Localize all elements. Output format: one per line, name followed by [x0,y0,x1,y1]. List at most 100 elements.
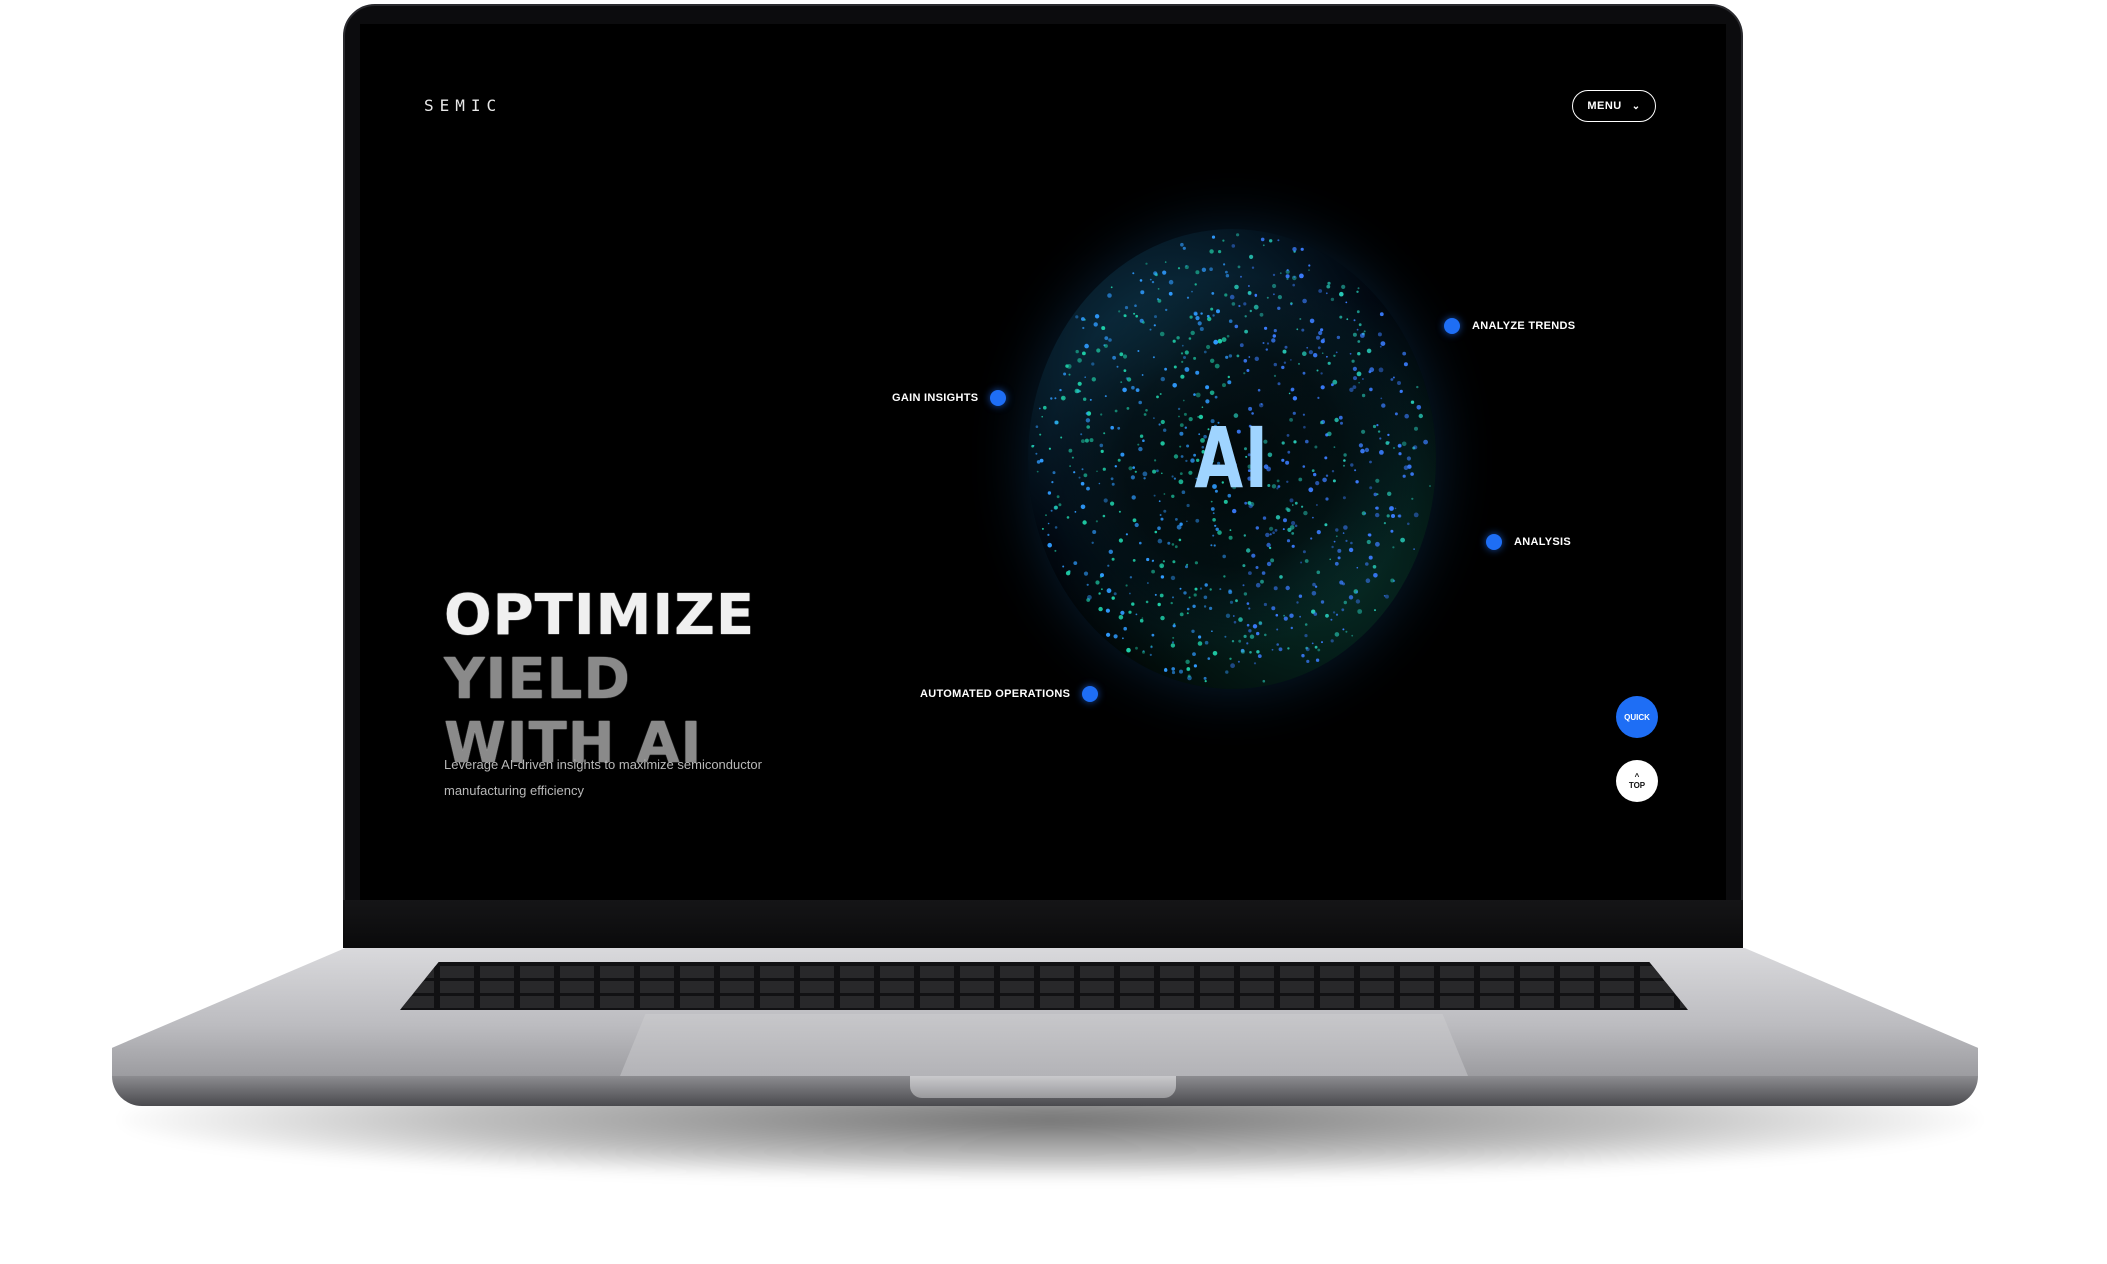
particle-dot [1075,315,1079,319]
particle-dot [1129,576,1133,579]
particle-dot [1119,352,1124,357]
node-label-gain-insights: GAIN INSIGHTS [892,392,979,404]
quick-button[interactable]: QUICK [1616,696,1658,738]
particle-dot [1243,592,1248,596]
particle-dot [1139,279,1143,282]
particle-dot [1091,541,1094,544]
particle-dot [1341,284,1346,289]
particle-dot [1224,293,1228,297]
scroll-top-button[interactable]: ^ TOP [1616,760,1658,802]
particle-dot [1179,612,1184,617]
particle-dot [1274,528,1278,532]
particle-dot [1386,514,1390,518]
particle-dot [1358,323,1362,327]
laptop-hinge [343,900,1743,948]
particle-dot [1273,362,1277,367]
particle-dot [1279,575,1283,579]
particle-dot [1234,324,1239,329]
node-gain-insights[interactable]: GAIN INSIGHTS [892,390,1007,406]
particle-dot [1132,518,1137,523]
particle-dot [1308,269,1310,271]
particle-dot [1281,365,1285,370]
particle-dot [1414,426,1418,431]
particle-dot [1181,344,1184,347]
particle-dot [1142,650,1145,654]
menu-button[interactable]: MENU ⌄ [1572,90,1656,122]
particle-dot [1263,602,1267,607]
particle-dot [1277,295,1282,300]
particle-dot [1402,351,1407,356]
particle-dot [1154,315,1157,319]
particle-dot [1129,592,1131,595]
site-logo[interactable]: SEMIC [424,96,502,115]
particle-dot [1180,352,1184,355]
particle-dot [1320,372,1323,375]
particle-dot [1065,571,1071,576]
node-automated-operations[interactable]: AUTOMATED OPERATIONS [920,686,1099,702]
particle-dot [1048,447,1051,450]
particle-dot [1124,314,1127,318]
particle-dot [1283,614,1285,617]
particle-dot [1211,292,1215,295]
particle-dot [1191,290,1193,293]
particle-dot [1369,387,1373,392]
particle-dot [1142,321,1145,324]
particle-dot [1316,570,1321,575]
particle-dot [1228,589,1232,593]
particle-dot [1356,290,1359,293]
particle-dot [1266,561,1272,567]
particle-dot [1111,557,1115,561]
particle-dot [1363,330,1366,333]
particle-dot [1074,511,1077,513]
particle-dot [1248,629,1252,633]
particle-dot [1272,283,1277,289]
particle-dot [1326,284,1331,289]
particle-dot [1200,312,1203,315]
particle-dot [1031,444,1034,448]
particle-dot [1145,600,1149,604]
node-analyze-trends[interactable]: ANALYZE TRENDS [1444,318,1575,334]
particle-dot [1134,522,1139,528]
chevron-up-icon: ^ [1634,772,1640,781]
particle-dot [1358,381,1360,384]
particle-dot [1337,548,1342,553]
particle-dot [1337,556,1341,560]
particle-dot [1290,388,1294,392]
particle-dot [1131,602,1135,606]
particle-dot [1316,369,1319,372]
particle-dot [1413,548,1415,550]
particle-dot [1330,297,1335,302]
particle-dot [1342,582,1345,586]
particle-dot [1077,358,1082,363]
particle-dot [1375,512,1380,518]
particle-dot [1387,433,1390,437]
particle-dot [1271,338,1276,343]
particle-dot [1269,533,1272,536]
particle-dot [1047,542,1052,548]
particle-dot [1236,354,1240,358]
particle-dot [1172,596,1174,599]
particle-dot [1329,558,1331,561]
particle-dot [1353,319,1356,322]
particle-dot [1218,250,1222,254]
particle-dot [1283,616,1288,621]
particle-dot [1406,456,1411,461]
particle-dot [1151,569,1155,574]
particle-dot [1299,318,1302,320]
particle-dot [1302,298,1307,304]
particle-dot [1128,610,1132,614]
keyboard [400,962,1688,1010]
particle-dot [1321,641,1323,644]
particle-dot [1056,495,1060,499]
particle-dot [1349,352,1352,355]
node-analysis[interactable]: ANALYSIS [1486,534,1571,550]
particle-dot [1152,356,1155,359]
particle-dot [1339,315,1343,319]
particle-dot [1172,560,1176,564]
particle-dot [1052,471,1056,475]
particle-dot [1249,254,1254,259]
particle-dot [1312,516,1314,519]
particle-dot [1357,352,1361,356]
particle-dot [1361,378,1364,380]
particle-dot [1401,441,1407,447]
